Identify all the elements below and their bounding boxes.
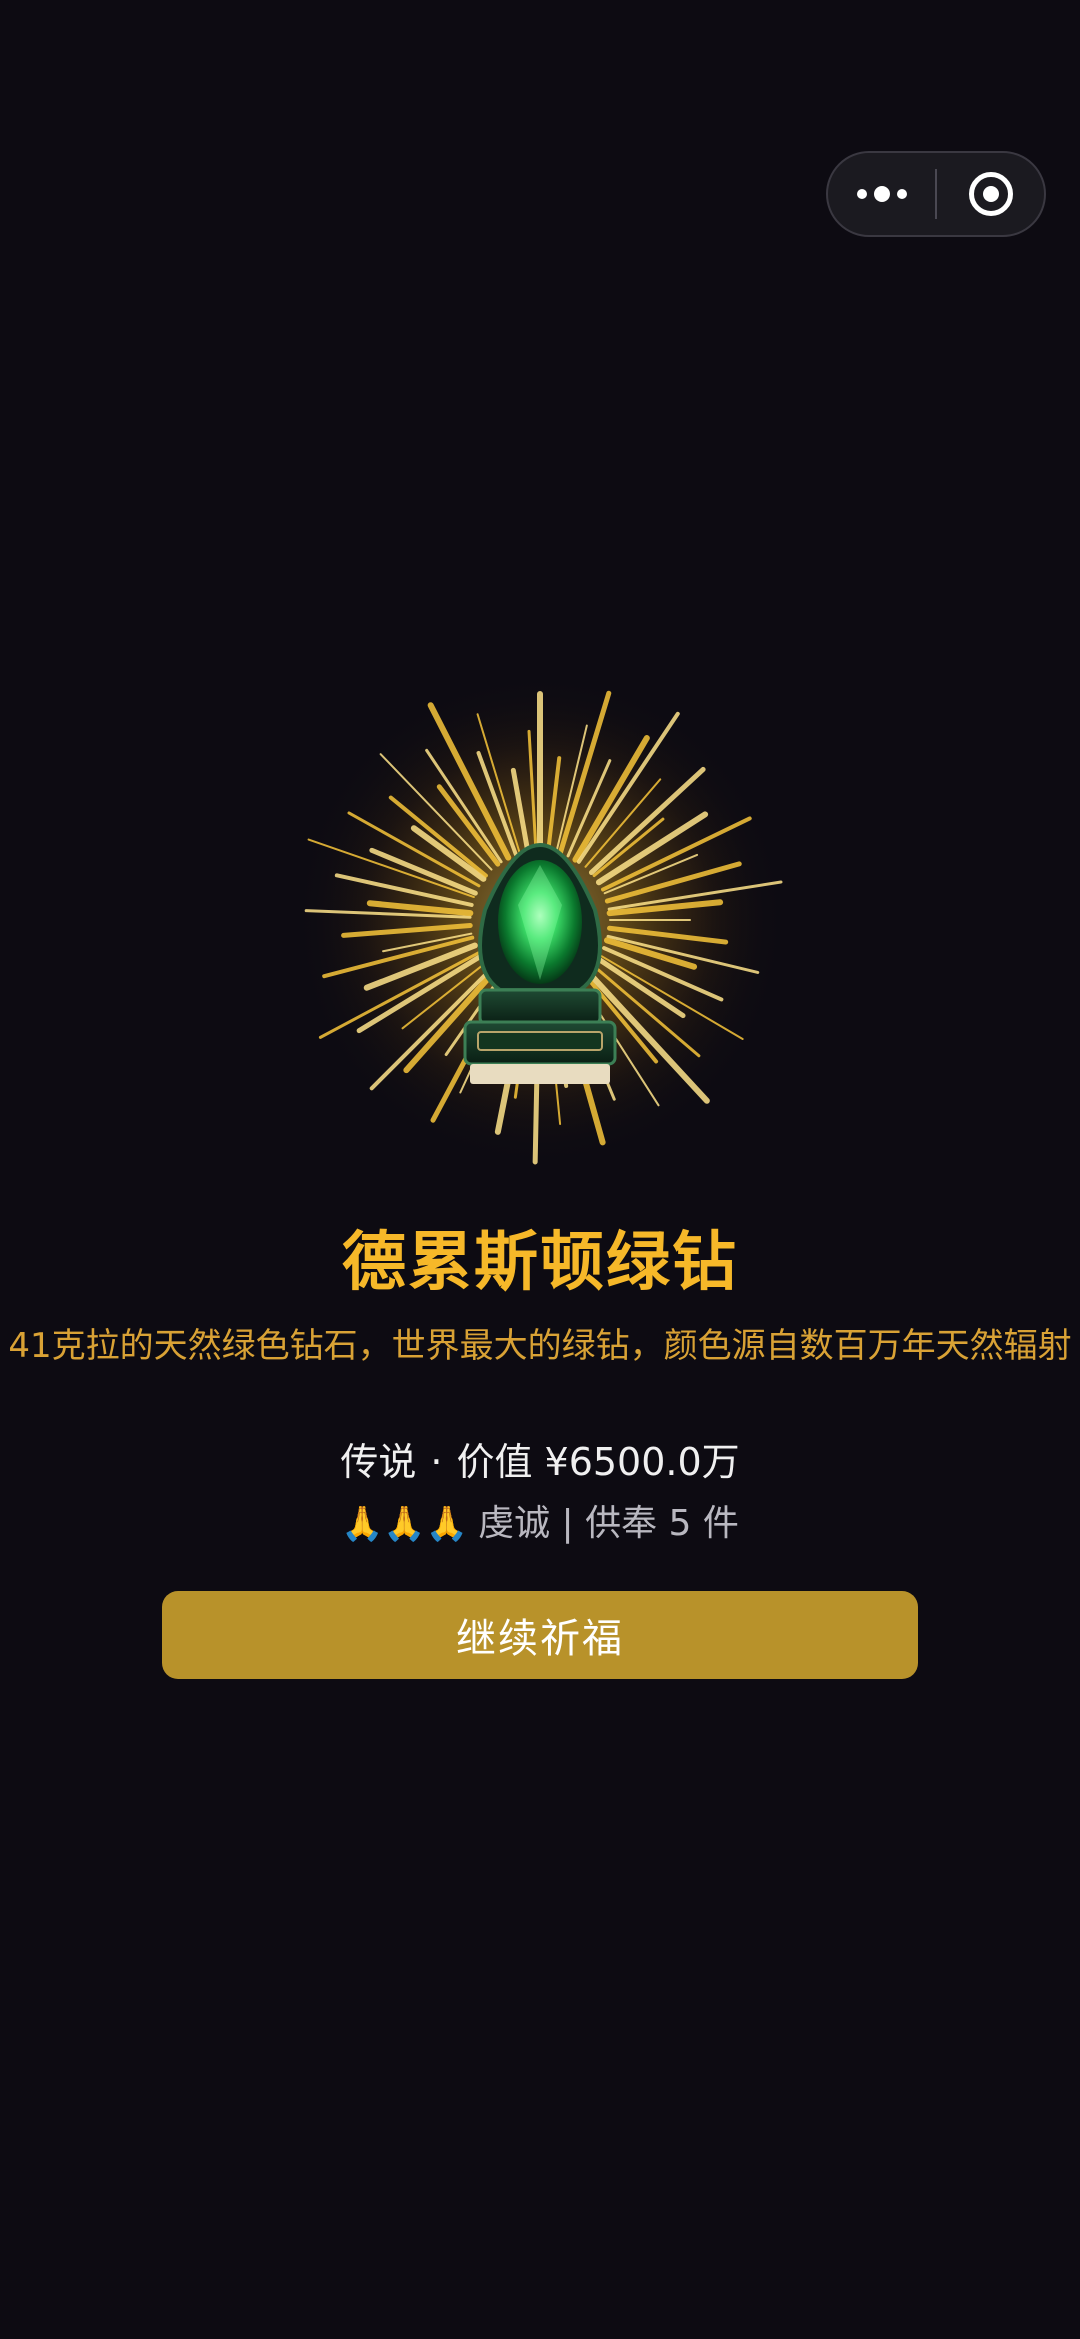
praying-hands-icon: 🙏🙏🙏 bbox=[341, 1504, 469, 1544]
rarity-label: 传说 bbox=[340, 1440, 417, 1484]
continue-blessing-button[interactable]: 继续祈福 bbox=[162, 1591, 918, 1679]
value-label: 价值 ¥6500.0万 bbox=[456, 1440, 740, 1484]
item-title: 德累斯顿绿钻 bbox=[342, 1226, 738, 1300]
mini-program-capsule bbox=[826, 151, 1046, 237]
meta-separator: · bbox=[430, 1440, 443, 1484]
item-description: 41克拉的天然绿色钻石，世界最大的绿钻，颜色源自数百万年天然辐射 bbox=[8, 1326, 1072, 1366]
item-meta: 传说 · 价值 ¥6500.0万 bbox=[0, 1432, 1080, 1492]
more-button[interactable] bbox=[828, 153, 935, 235]
target-icon bbox=[968, 172, 1013, 216]
close-button[interactable] bbox=[937, 153, 1044, 235]
devotion-text: 虔诚 | 供奉 5 件 bbox=[478, 1503, 739, 1544]
devotion-row: 🙏🙏🙏 虔诚 | 供奉 5 件 bbox=[0, 1496, 1080, 1552]
green-diamond-image bbox=[290, 670, 790, 1170]
more-dots-icon bbox=[856, 186, 907, 202]
